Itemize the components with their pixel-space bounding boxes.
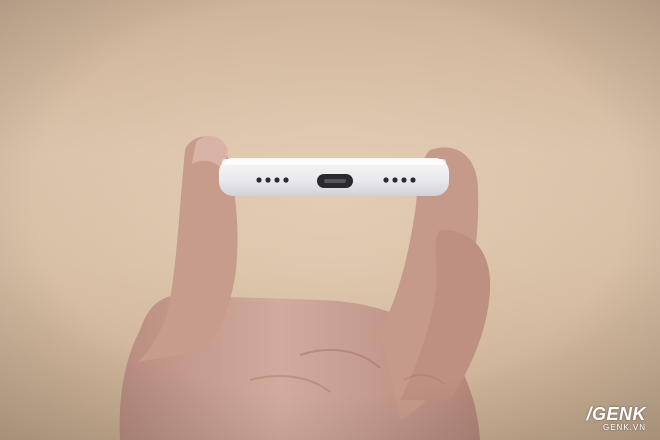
watermark-site: GENK.VN (602, 423, 646, 432)
photo-scene: /GENK GENK.VN (0, 0, 660, 440)
photo-illustration (0, 0, 660, 440)
genk-watermark: /GENK GENK.VN (586, 405, 646, 432)
watermark-brand: /GENK (586, 404, 646, 424)
